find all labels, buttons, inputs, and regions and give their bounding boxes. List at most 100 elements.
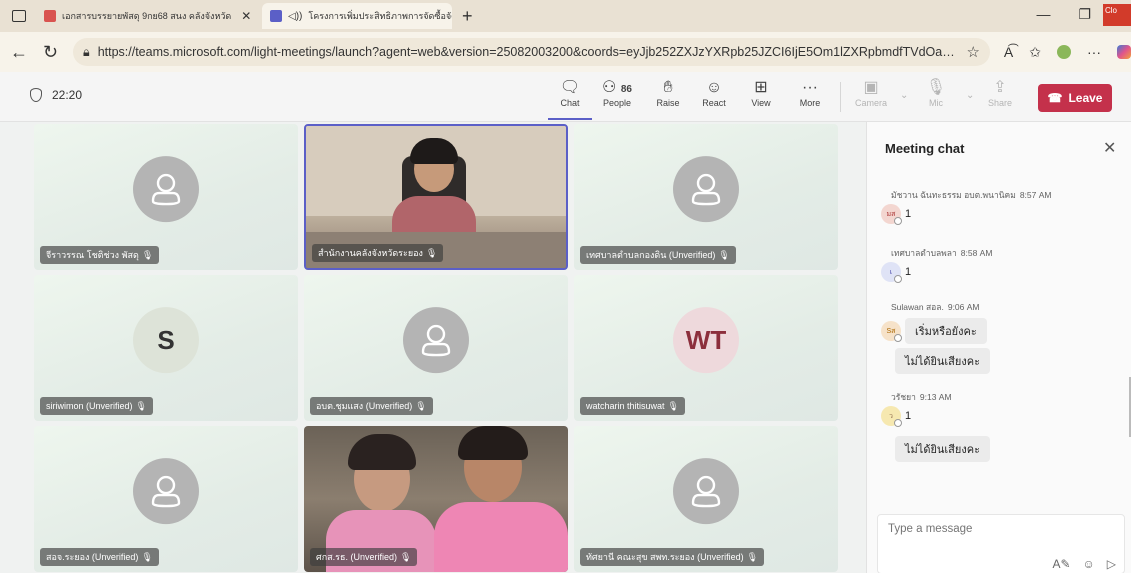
share-button[interactable]: ⇪ Share — [978, 78, 1022, 108]
close-icon[interactable]: ✕ — [1103, 138, 1116, 158]
message-item[interactable]: Sส เริ่มหรือยังคะ — [881, 318, 987, 344]
browser-tab-document[interactable]: เอกสารบรรยายพัสดุ 9กย68 สนง คลังจังหวัด … — [36, 3, 258, 29]
tab-actions-icon[interactable] — [12, 10, 26, 22]
person-icon — [151, 475, 181, 508]
message-reaction[interactable]: มส 1 — [881, 204, 911, 225]
message-header: มัชวาน ฉันทะธรรม อบต.พนานิคม 8:57 AM — [891, 188, 1051, 202]
participant-name: เทศบาลตำบลกองดิน (Unverified) 🎙︎ — [580, 246, 736, 264]
sender-avatar: ว — [881, 406, 902, 427]
send-icon[interactable]: ▷ — [1107, 557, 1116, 571]
message-header: วรัชยา 9:13 AM — [891, 390, 952, 404]
message-time: 9:13 AM — [919, 392, 952, 402]
message-bubble: ไม่ได้ยินเสียงคะ — [895, 436, 990, 462]
mic-muted-icon: 🎙︎ — [415, 400, 427, 411]
participant-name-text: สอจ.ระยอง (Unverified) — [46, 552, 139, 562]
more-label: More — [799, 98, 821, 108]
message-reaction[interactable]: เ 1 — [881, 262, 911, 283]
raise-hand-button[interactable]: ✋︎ Raise — [646, 78, 690, 108]
participant-name: สอจ.ระยอง (Unverified) 🎙︎ — [40, 548, 159, 566]
address-bar-row: ← ↻ 🔒︎ https://teams.microsoft.com/light… — [0, 32, 1131, 72]
favorite-star-icon[interactable]: ☆ — [966, 43, 979, 61]
chat-button[interactable]: 🗨︎ Chat — [548, 78, 592, 120]
message-time: 9:06 AM — [947, 302, 980, 312]
participant-tile[interactable]: WT watcharin thitisuwat 🎙︎ — [574, 275, 838, 421]
more-menu-icon[interactable]: ··· — [1087, 44, 1101, 60]
copilot-icon[interactable] — [1117, 45, 1131, 59]
new-tab-icon[interactable]: + — [462, 6, 473, 27]
participant-name: อบต.ชุมแสง (Unverified) 🎙︎ — [310, 397, 433, 415]
chat-title: Meeting chat — [885, 141, 965, 156]
message-input[interactable] — [888, 523, 1108, 535]
format-icon[interactable]: A✎ — [1052, 557, 1070, 571]
message-author: เทศบาลตำบลพลา — [891, 248, 957, 258]
emoji-icon[interactable]: ☺ — [1083, 557, 1095, 571]
view-label: View — [751, 98, 771, 108]
message-header: Sulawan สอล. 9:06 AM — [891, 300, 980, 314]
message-header: เทศบาลตำบลพลา 8:58 AM — [891, 246, 992, 260]
react-button[interactable]: ☺ React — [692, 78, 736, 108]
favorites-icon[interactable]: ✩ — [1029, 44, 1041, 61]
mic-muted-icon: 🎙︎ — [718, 249, 730, 260]
leave-button[interactable]: ☎︎ Leave — [1038, 84, 1112, 112]
message-author: มัชวาน ฉันทะธรรม อบต.พนานิคม — [891, 190, 1016, 200]
teams-favicon-icon — [270, 10, 282, 22]
share-icon: ⇪ — [993, 79, 1007, 96]
mic-button[interactable]: 🎙︎ Mic — [914, 78, 958, 108]
message-reaction[interactable]: ว 1 — [881, 406, 911, 427]
mic-muted-icon: 🎙︎ — [667, 400, 679, 411]
minimize-icon[interactable]: — — [1036, 6, 1050, 23]
toolbar-divider — [840, 82, 841, 112]
url-field[interactable]: 🔒︎ https://teams.microsoft.com/light-mee… — [73, 38, 990, 66]
message-bubble: เริ่มหรือยังคะ — [905, 318, 987, 344]
person-icon — [421, 324, 451, 357]
elapsed-time: 22:20 — [52, 88, 83, 102]
person-avatar-icon — [673, 458, 739, 525]
mic-off-icon: 🎙︎ — [925, 79, 947, 96]
close-tab-icon[interactable]: ✕ — [241, 9, 251, 23]
read-aloud-icon[interactable]: A͡ — [1004, 44, 1013, 60]
lock-icon[interactable]: 🔒︎ — [83, 45, 90, 60]
participant-tile[interactable]: เทศบาลตำบลกองดิน (Unverified) 🎙︎ — [574, 124, 838, 270]
people-label: People — [602, 98, 632, 108]
mic-muted-icon: 🎙︎ — [400, 551, 412, 562]
close-window-overlay[interactable]: Clo — [1103, 4, 1131, 26]
profile-icon[interactable] — [1057, 45, 1071, 59]
message-author: Sulawan สอล. — [891, 302, 944, 312]
participant-name: watcharin thitisuwat 🎙︎ — [580, 397, 685, 415]
participant-tile[interactable]: สอจ.ระยอง (Unverified) 🎙︎ — [34, 426, 298, 572]
participant-name: สำนักงานคลังจังหวัดระยอง 🎙︎ — [312, 244, 444, 262]
participant-video-tile[interactable]: สำนักงานคลังจังหวัดระยอง 🎙︎ — [304, 124, 568, 270]
participant-name-text: อบต.ชุมแสง (Unverified) — [316, 401, 413, 411]
back-icon[interactable]: ← — [10, 42, 28, 63]
view-button[interactable]: ⊞ View — [739, 78, 783, 108]
camera-button[interactable]: ▣ Camera — [849, 78, 893, 108]
initials-avatar: WT — [673, 307, 739, 374]
message-bubble: ไม่ได้ยินเสียงคะ — [895, 348, 990, 374]
raise-label: Raise — [656, 98, 680, 108]
sender-avatar: เ — [881, 262, 902, 283]
participant-name-text: ศกส.รธ. (Unverified) — [316, 552, 397, 562]
participant-tile[interactable]: อบต.ชุมแสง (Unverified) 🎙︎ — [304, 275, 568, 421]
meeting-chat-panel: Meeting chat ✕ มัชวาน ฉันทะธรรม อบต.พนาน… — [866, 122, 1131, 573]
chat-label: Chat — [560, 98, 580, 108]
participant-name-text: เทศบาลตำบลกองดิน (Unverified) — [586, 250, 716, 260]
compose-box[interactable]: A✎ ☺ ▷ — [877, 514, 1125, 573]
participant-tile[interactable]: จีราวรรณ โชติช่วง พัสดุ 🎙︎ — [34, 124, 298, 270]
initials-avatar: S — [133, 307, 199, 374]
mic-chevron-icon[interactable]: ⌄ — [966, 90, 974, 101]
refresh-icon[interactable]: ↻ — [42, 42, 59, 63]
camera-chevron-icon[interactable]: ⌄ — [900, 90, 908, 101]
audio-playing-icon[interactable]: ◁)) — [288, 11, 302, 22]
compose-tools: A✎ ☺ ▷ — [1052, 557, 1116, 571]
people-button[interactable]: ⚇ 86 People — [595, 78, 639, 108]
more-button[interactable]: ··· More — [788, 78, 832, 108]
mic-muted-icon: 🎙︎ — [135, 400, 147, 411]
restore-icon[interactable]: ❐ — [1078, 6, 1091, 23]
browser-tab-teams[interactable]: ◁)) โครงการเพิ่มประสิทธิภาพการจัดซื้อจัด… — [262, 3, 452, 29]
participant-tile[interactable]: ทัศยานี คณะสุข สพท.ระยอง (Unverified) 🎙︎ — [574, 426, 838, 572]
participant-tile[interactable]: S siriwimon (Unverified) 🎙︎ — [34, 275, 298, 421]
url-text: https://teams.microsoft.com/light-meetin… — [97, 45, 958, 59]
participant-video-tile[interactable]: ศกส.รธ. (Unverified) 🎙︎ — [304, 426, 568, 572]
participant-name-text: ทัศยานี คณะสุข สพท.ระยอง (Unverified) — [586, 552, 744, 562]
mic-on-icon: 🎙︎ — [425, 247, 438, 258]
